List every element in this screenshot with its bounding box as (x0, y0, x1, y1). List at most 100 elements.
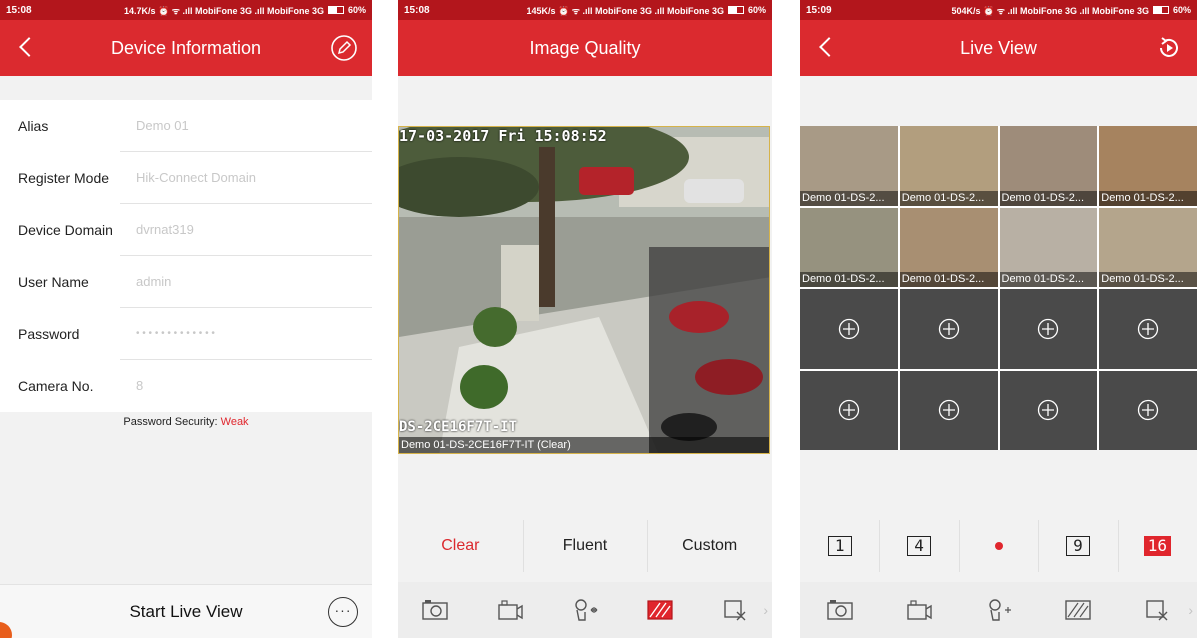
camera-icon[interactable] (398, 582, 473, 638)
more-options-icon[interactable]: ··· (328, 597, 358, 627)
add-camera-icon[interactable] (1137, 399, 1159, 421)
record-icon[interactable] (473, 582, 548, 638)
battery-icon (727, 6, 744, 14)
status-network: 145K/s ⏰ ᯤ .ıll MobiFone 3G .ıll MobiFon… (526, 5, 724, 16)
layout-16-option[interactable]: 16 (1117, 516, 1197, 576)
ptz-icon[interactable] (959, 582, 1038, 638)
quality-fluent-option[interactable]: Fluent (522, 516, 648, 576)
camera-cell[interactable]: Demo 01-DS-2... (1099, 207, 1197, 287)
status-bar: 15:08 14.7K/s ⏰ ᯤ .ıll MobiFone 3G .ıll … (0, 0, 372, 20)
layout-9-option[interactable]: 9 (1038, 516, 1117, 576)
add-camera-icon[interactable] (1137, 318, 1159, 340)
header-bar: Image Quality (398, 20, 772, 76)
quality-clear-option[interactable]: Clear (398, 516, 523, 576)
add-camera-icon[interactable] (838, 318, 860, 340)
osd-camera-name: DS-2CE16F7T-IT (399, 419, 518, 435)
camera-cell[interactable]: Demo 01-DS-2... (800, 207, 898, 287)
layout-label: 1 (827, 536, 852, 556)
camera-no-field[interactable]: 8 (136, 360, 143, 412)
password-security-value: Weak (220, 416, 249, 428)
status-time: 15:08 (6, 4, 32, 16)
add-camera-icon[interactable] (1037, 399, 1059, 421)
camera-caption: Demo 01-DS-2... (899, 272, 998, 287)
camera-cell[interactable]: Demo 01-DS-2... (899, 207, 998, 287)
add-camera-icon[interactable] (838, 399, 860, 421)
camera-cell[interactable]: Demo 01-DS-2... (1099, 126, 1197, 206)
field-label: Register Mode (18, 170, 110, 186)
password-field[interactable]: • • • • • • • • • • • • • (136, 308, 215, 360)
field-device-domain[interactable]: Device Domain dvrnat319 (0, 204, 372, 256)
video-caption: Demo 01-DS-2CE16F7T-IT (Clear) (399, 437, 769, 453)
empty-camera-slot[interactable] (1099, 370, 1197, 450)
header-bar: Live View (800, 20, 1197, 76)
page-title: Image Quality (529, 38, 641, 58)
add-camera-icon[interactable] (938, 399, 960, 421)
camera-caption: Demo 01-DS-2... (800, 190, 898, 206)
empty-camera-slot[interactable] (999, 289, 1098, 369)
camera-icon[interactable] (800, 582, 879, 638)
back-icon[interactable] (14, 34, 42, 62)
camera-caption: Demo 01-DS-2... (999, 272, 1098, 287)
quality-icon[interactable] (622, 582, 697, 638)
layout-1-option[interactable]: 1 (800, 516, 879, 576)
record-indicator[interactable] (958, 516, 1038, 576)
register-mode-field[interactable]: Hik-Connect Domain (136, 152, 256, 204)
close-window-icon[interactable] (697, 582, 772, 638)
password-security: Password Security: Weak (0, 416, 372, 428)
camera-cell[interactable]: Demo 01-DS-2... (999, 126, 1098, 206)
quality-icon[interactable] (1038, 582, 1117, 638)
image-quality-screen: 15:08 145K/s ⏰ ᯤ .ıll MobiFone 3G .ıll M… (398, 0, 772, 638)
battery-level: 60% (347, 5, 366, 15)
camera-caption: Demo 01-DS-2... (800, 272, 898, 287)
field-label: Camera No. (18, 378, 94, 394)
chevron-right-icon[interactable]: › (1188, 602, 1193, 618)
start-live-view-button[interactable]: Start Live View (0, 585, 372, 638)
add-camera-icon[interactable] (1037, 318, 1059, 340)
battery-level: 60% (1172, 5, 1191, 15)
video-toolbar: › (800, 582, 1197, 638)
record-icon[interactable] (879, 582, 958, 638)
field-password[interactable]: Password • • • • • • • • • • • • • (0, 308, 372, 360)
close-window-icon[interactable] (1118, 582, 1197, 638)
chevron-right-icon[interactable]: › (763, 602, 768, 618)
ptz-icon[interactable] (548, 582, 623, 638)
field-label: Password (18, 326, 80, 342)
add-camera-icon[interactable] (938, 318, 960, 340)
empty-camera-slot[interactable] (899, 289, 998, 369)
camera-caption: Demo 01-DS-2... (899, 190, 998, 206)
video-toolbar: › (398, 582, 772, 638)
page-title: Live View (960, 38, 1037, 58)
layout-4-option[interactable]: 4 (879, 516, 958, 576)
camera-caption: Demo 01-DS-2... (1099, 190, 1197, 206)
camera-cell[interactable]: Demo 01-DS-2... (999, 207, 1098, 287)
status-info: 14.7K/s ⏰ ᯤ .ıll MobiFone 3G .ıll MobiFo… (124, 4, 366, 17)
field-label: Device Domain (18, 222, 113, 238)
quality-custom-option[interactable]: Custom (647, 516, 772, 576)
field-user-name[interactable]: User Name admin (0, 256, 372, 308)
layout-label: 16 (1143, 536, 1171, 556)
camera-caption: Demo 01-DS-2... (999, 190, 1098, 206)
empty-camera-slot[interactable] (800, 370, 898, 450)
field-camera-no[interactable]: Camera No. 8 (0, 360, 372, 412)
empty-camera-slot[interactable] (899, 370, 998, 450)
layout-switcher: 1 4 9 16 (800, 516, 1197, 576)
user-name-field[interactable]: admin (136, 256, 171, 308)
back-icon[interactable] (814, 34, 842, 62)
status-network: 504K/s ⏰ ᯤ .ıll MobiFone 3G .ıll MobiFon… (951, 5, 1149, 16)
empty-camera-slot[interactable] (800, 289, 898, 369)
field-register-mode[interactable]: Register Mode Hik-Connect Domain (0, 152, 372, 204)
camera-cell[interactable]: Demo 01-DS-2... (800, 126, 898, 206)
video-preview[interactable]: 17-03-2017 Fri 15:08:52 DS-2CE16F7T-IT D… (398, 126, 770, 454)
layout-label: 9 (1065, 536, 1090, 556)
status-time: 15:08 (404, 4, 430, 16)
live-view-screen: 15:09 504K/s ⏰ ᯤ .ıll MobiFone 3G .ıll M… (800, 0, 1197, 638)
empty-camera-slot[interactable] (999, 370, 1098, 450)
empty-camera-slot[interactable] (1099, 289, 1197, 369)
device-domain-field[interactable]: dvrnat319 (136, 204, 194, 256)
alias-field[interactable]: Demo 01 (136, 100, 189, 152)
camera-cell[interactable]: Demo 01-DS-2... (899, 126, 998, 206)
edit-icon[interactable] (330, 34, 358, 62)
battery-icon (1152, 6, 1169, 14)
field-alias[interactable]: Alias Demo 01 (0, 100, 372, 152)
playback-icon[interactable] (1155, 34, 1183, 62)
